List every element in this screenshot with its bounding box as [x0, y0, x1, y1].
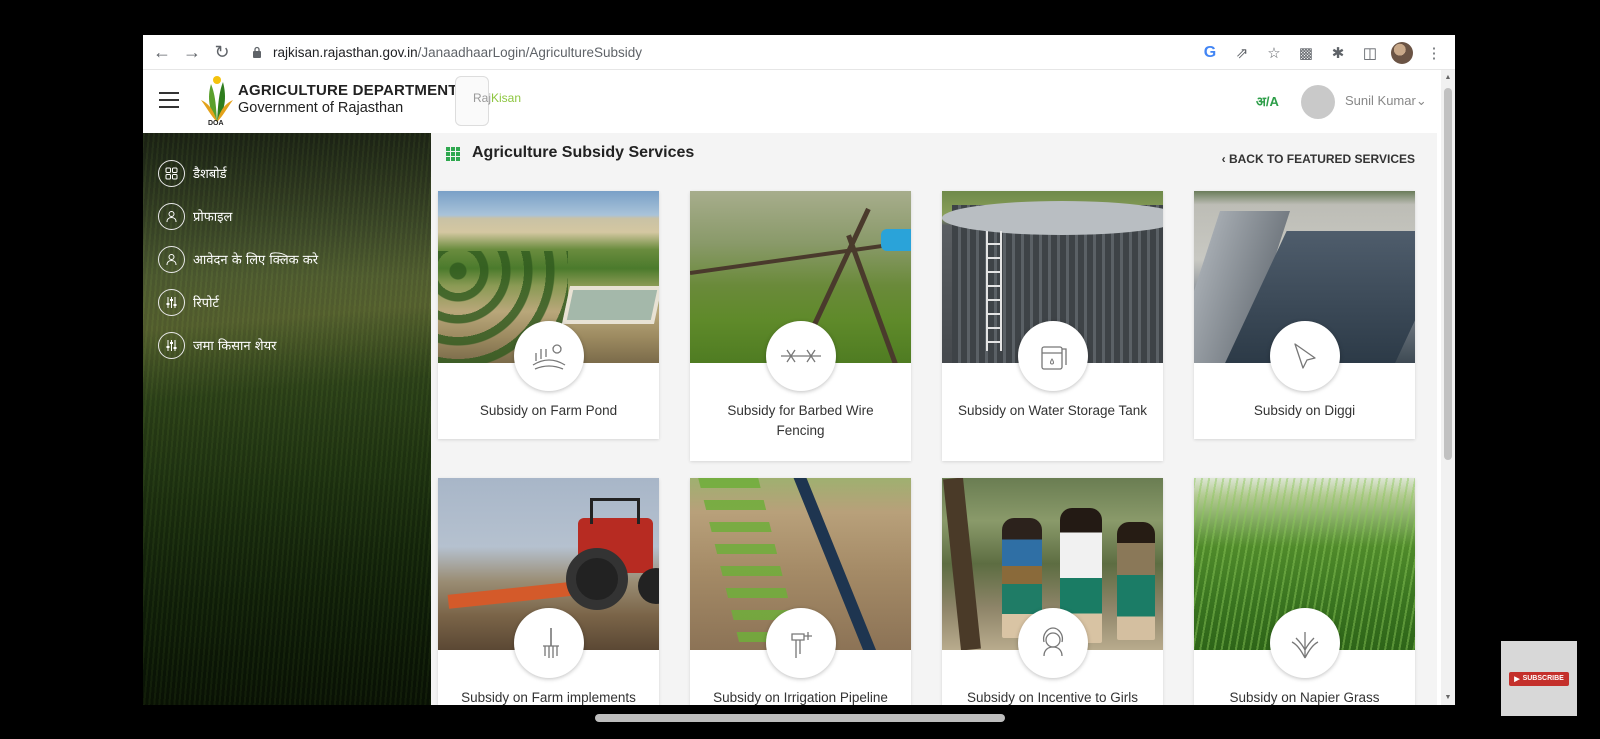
reload-icon[interactable]: ↻ [207, 37, 237, 67]
department-title: AGRICULTURE DEPARTMENT [238, 82, 458, 99]
sidebar-item-label: आवेदन के लिए क्लिक करे [193, 253, 319, 268]
sidebar-item-report[interactable]: रिपोर्ट [158, 288, 219, 316]
section-header: Agriculture Subsidy Services ‹ BACK TO F… [431, 133, 1437, 177]
barbed-wire-icon [765, 321, 836, 391]
sidebar-item-label: रिपोर्ट [193, 296, 219, 311]
sliders-icon [158, 288, 185, 316]
forward-icon[interactable]: → [177, 37, 207, 67]
service-card-farm-pond[interactable]: Subsidy on Farm Pond [438, 191, 659, 439]
address-bar[interactable]: rajkisan.rajasthan.gov.in/JanaadhaarLogi… [249, 44, 642, 60]
service-card-napier-grass[interactable]: Subsidy on Napier Grass [1194, 478, 1415, 705]
lock-icon[interactable] [249, 44, 265, 60]
user-name: Sunil Kumar [1345, 93, 1416, 108]
user-menu[interactable]: Sunil Kumar⌄ [1345, 93, 1427, 109]
sidebar-item-label: प्रोफाइल [193, 210, 233, 225]
back-to-featured-link[interactable]: ‹ BACK TO FEATURED SERVICES [1222, 152, 1415, 166]
sidebar-item-dashboard[interactable]: डैशबोर्ड [158, 159, 227, 187]
sidebar-item-profile[interactable]: प्रोफाइल [158, 202, 232, 230]
browser-window: ← → ↻ rajkisan.rajasthan.gov.in/Janaadha… [143, 35, 1455, 705]
share-icon[interactable]: ⇗ [1227, 38, 1257, 68]
toolbar-actions: G ⇗ ☆ ▩ ✱ ◫ ⋮ [1195, 38, 1449, 68]
sliders-icon [158, 331, 185, 359]
farm-pond-icon [513, 321, 584, 391]
department-subtitle: Government of Rajasthan [238, 100, 404, 116]
main-content: Agriculture Subsidy Services ‹ BACK TO F… [431, 133, 1437, 705]
grass-icon [1269, 608, 1340, 678]
scroll-thumb[interactable] [1444, 88, 1452, 460]
chevron-down-icon: ⌄ [1415, 93, 1427, 108]
service-card-farm-implements[interactable]: Subsidy on Farm implements [438, 478, 659, 705]
sidebar-item-kisan-share[interactable]: जमा किसान शेयर [158, 331, 276, 359]
url-path: /JanaadhaarLogin/AgricultureSubsidy [417, 44, 642, 60]
rajkisan-text-a: Raj [473, 91, 492, 105]
youtube-icon: ▶ [1514, 675, 1520, 683]
phone-home-indicator[interactable] [595, 714, 1005, 722]
girl-student-icon [1017, 608, 1088, 678]
star-icon[interactable]: ☆ [1259, 38, 1289, 68]
google-icon[interactable]: G [1195, 38, 1225, 68]
service-card-water-tank[interactable]: Subsidy on Water Storage Tank [942, 191, 1163, 461]
back-link-label: BACK TO FEATURED SERVICES [1228, 152, 1415, 166]
diggi-icon [1269, 321, 1340, 391]
chevron-left-icon: ‹ [1221, 152, 1229, 166]
farm-implement-icon [513, 608, 584, 678]
profile-icon[interactable] [1387, 38, 1417, 68]
sidebar-item-label: डैशबोर्ड [193, 167, 227, 182]
scroll-up-icon[interactable]: ▲ [1444, 74, 1452, 81]
service-card-barbed-wire[interactable]: Subsidy for Barbed Wire Fencing [690, 191, 911, 461]
sidebar-item-apply[interactable]: आवेदन के लिए क्लिक करे [158, 245, 318, 273]
back-icon[interactable]: ← [147, 37, 177, 67]
subscribe-overlay: ▶ SUBSCRIBE [1501, 641, 1577, 716]
extension-icon[interactable]: ▩ [1291, 38, 1321, 68]
hamburger-menu-icon[interactable] [159, 92, 179, 108]
rajkisan-text-b: Kisan [491, 91, 522, 105]
sidepanel-icon[interactable]: ◫ [1355, 38, 1385, 68]
service-card-incentive-girls[interactable]: Subsidy on Incentive to Girls [942, 478, 1163, 705]
dashboard-icon [158, 159, 185, 187]
service-card-diggi[interactable]: Subsidy on Diggi [1194, 191, 1415, 439]
user-icon [158, 245, 185, 273]
rajkisan-logo: RajKisan [473, 91, 521, 105]
water-tank-icon [1017, 321, 1088, 391]
doa-label: DOA [208, 120, 224, 127]
puzzle-icon[interactable]: ✱ [1323, 38, 1353, 68]
sidebar-item-label: जमा किसान शेयर [193, 339, 277, 354]
page-title: Agriculture Subsidy Services [472, 144, 695, 161]
user-icon [158, 202, 185, 230]
irrigation-pipe-icon [765, 608, 836, 678]
avatar[interactable] [1301, 85, 1335, 119]
subscribe-button[interactable]: ▶ SUBSCRIBE [1509, 671, 1569, 686]
browser-toolbar: ← → ↻ rajkisan.rajasthan.gov.in/Janaadha… [143, 35, 1455, 70]
page-scrollbar[interactable]: ▲ ▼ [1441, 70, 1455, 705]
menu-icon[interactable]: ⋮ [1419, 38, 1449, 68]
url-domain: rajkisan.rajasthan.gov.in [273, 44, 418, 60]
grid-icon [446, 147, 460, 161]
service-card-irrigation-pipeline[interactable]: Subsidy on Irrigation Pipeline [690, 478, 911, 705]
subscribe-label: SUBSCRIBE [1522, 675, 1564, 682]
language-toggle[interactable]: अ/A [1256, 92, 1279, 110]
sidebar: डैशबोर्ड प्रोफाइल आवेदन के लिए क्लिक करे… [143, 133, 431, 705]
scroll-down-icon[interactable]: ▼ [1444, 694, 1452, 701]
